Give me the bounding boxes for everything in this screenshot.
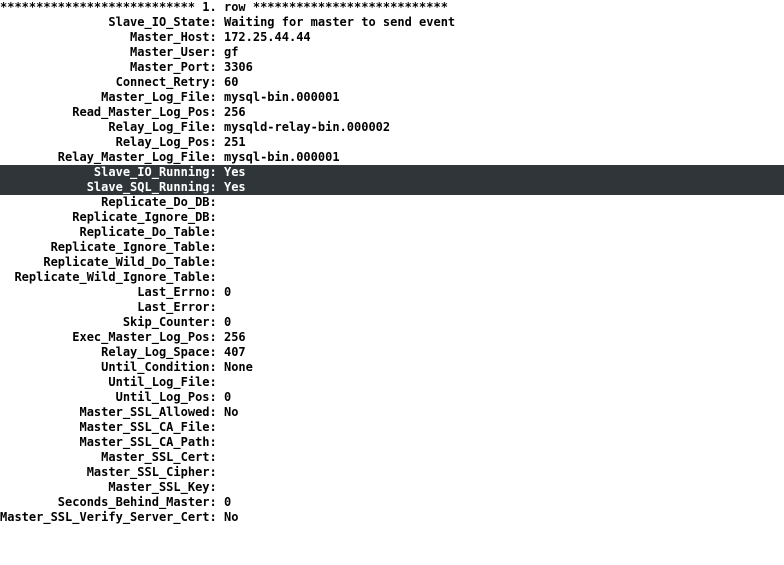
- field-master_host: Master_Host: 172.25.44.44: [0, 30, 784, 45]
- field-seconds_behind_master: Seconds_Behind_Master: 0: [0, 495, 784, 510]
- field-slave_sql_running: Slave_SQL_Running: Yes: [0, 180, 784, 195]
- field-master_ssl_verify_server_cert: Master_SSL_Verify_Server_Cert: No: [0, 510, 784, 525]
- field-replicate_do_table: Replicate_Do_Table:: [0, 225, 784, 240]
- field-master_ssl_allowed: Master_SSL_Allowed: No: [0, 405, 784, 420]
- field-master_log_file: Master_Log_File: mysql-bin.000001: [0, 90, 784, 105]
- field-replicate_ignore_table: Replicate_Ignore_Table:: [0, 240, 784, 255]
- field-exec_master_log_pos: Exec_Master_Log_Pos: 256: [0, 330, 784, 345]
- field-last_errno: Last_Errno: 0: [0, 285, 784, 300]
- field-skip_counter: Skip_Counter: 0: [0, 315, 784, 330]
- field-relay_log_space: Relay_Log_Space: 407: [0, 345, 784, 360]
- field-master_user: Master_User: gf: [0, 45, 784, 60]
- field-connect_retry: Connect_Retry: 60: [0, 75, 784, 90]
- field-master_port: Master_Port: 3306: [0, 60, 784, 75]
- field-master_ssl_ca_path: Master_SSL_CA_Path:: [0, 435, 784, 450]
- field-replicate_do_db: Replicate_Do_DB:: [0, 195, 784, 210]
- field-relay_log_pos: Relay_Log_Pos: 251: [0, 135, 784, 150]
- field-slave_io_running: Slave_IO_Running: Yes: [0, 165, 784, 180]
- field-master_ssl_key: Master_SSL_Key:: [0, 480, 784, 495]
- field-slave_io_state: Slave_IO_State: Waiting for master to se…: [0, 15, 784, 30]
- field-relay_master_log_file: Relay_Master_Log_File: mysql-bin.000001: [0, 150, 784, 165]
- field-replicate_ignore_db: Replicate_Ignore_DB:: [0, 210, 784, 225]
- field-master_ssl_cert: Master_SSL_Cert:: [0, 450, 784, 465]
- field-master_ssl_ca_file: Master_SSL_CA_File:: [0, 420, 784, 435]
- field-until_condition: Until_Condition: None: [0, 360, 784, 375]
- field-read_master_log_pos: Read_Master_Log_Pos: 256: [0, 105, 784, 120]
- row-header: *************************** 1. row *****…: [0, 0, 784, 15]
- field-until_log_pos: Until_Log_Pos: 0: [0, 390, 784, 405]
- field-replicate_wild_do_table: Replicate_Wild_Do_Table:: [0, 255, 784, 270]
- field-master_ssl_cipher: Master_SSL_Cipher:: [0, 465, 784, 480]
- mysql-slave-status-output: *************************** 1. row *****…: [0, 0, 784, 525]
- field-replicate_wild_ignore_table: Replicate_Wild_Ignore_Table:: [0, 270, 784, 285]
- field-relay_log_file: Relay_Log_File: mysqld-relay-bin.000002: [0, 120, 784, 135]
- field-last_error: Last_Error:: [0, 300, 784, 315]
- field-until_log_file: Until_Log_File:: [0, 375, 784, 390]
